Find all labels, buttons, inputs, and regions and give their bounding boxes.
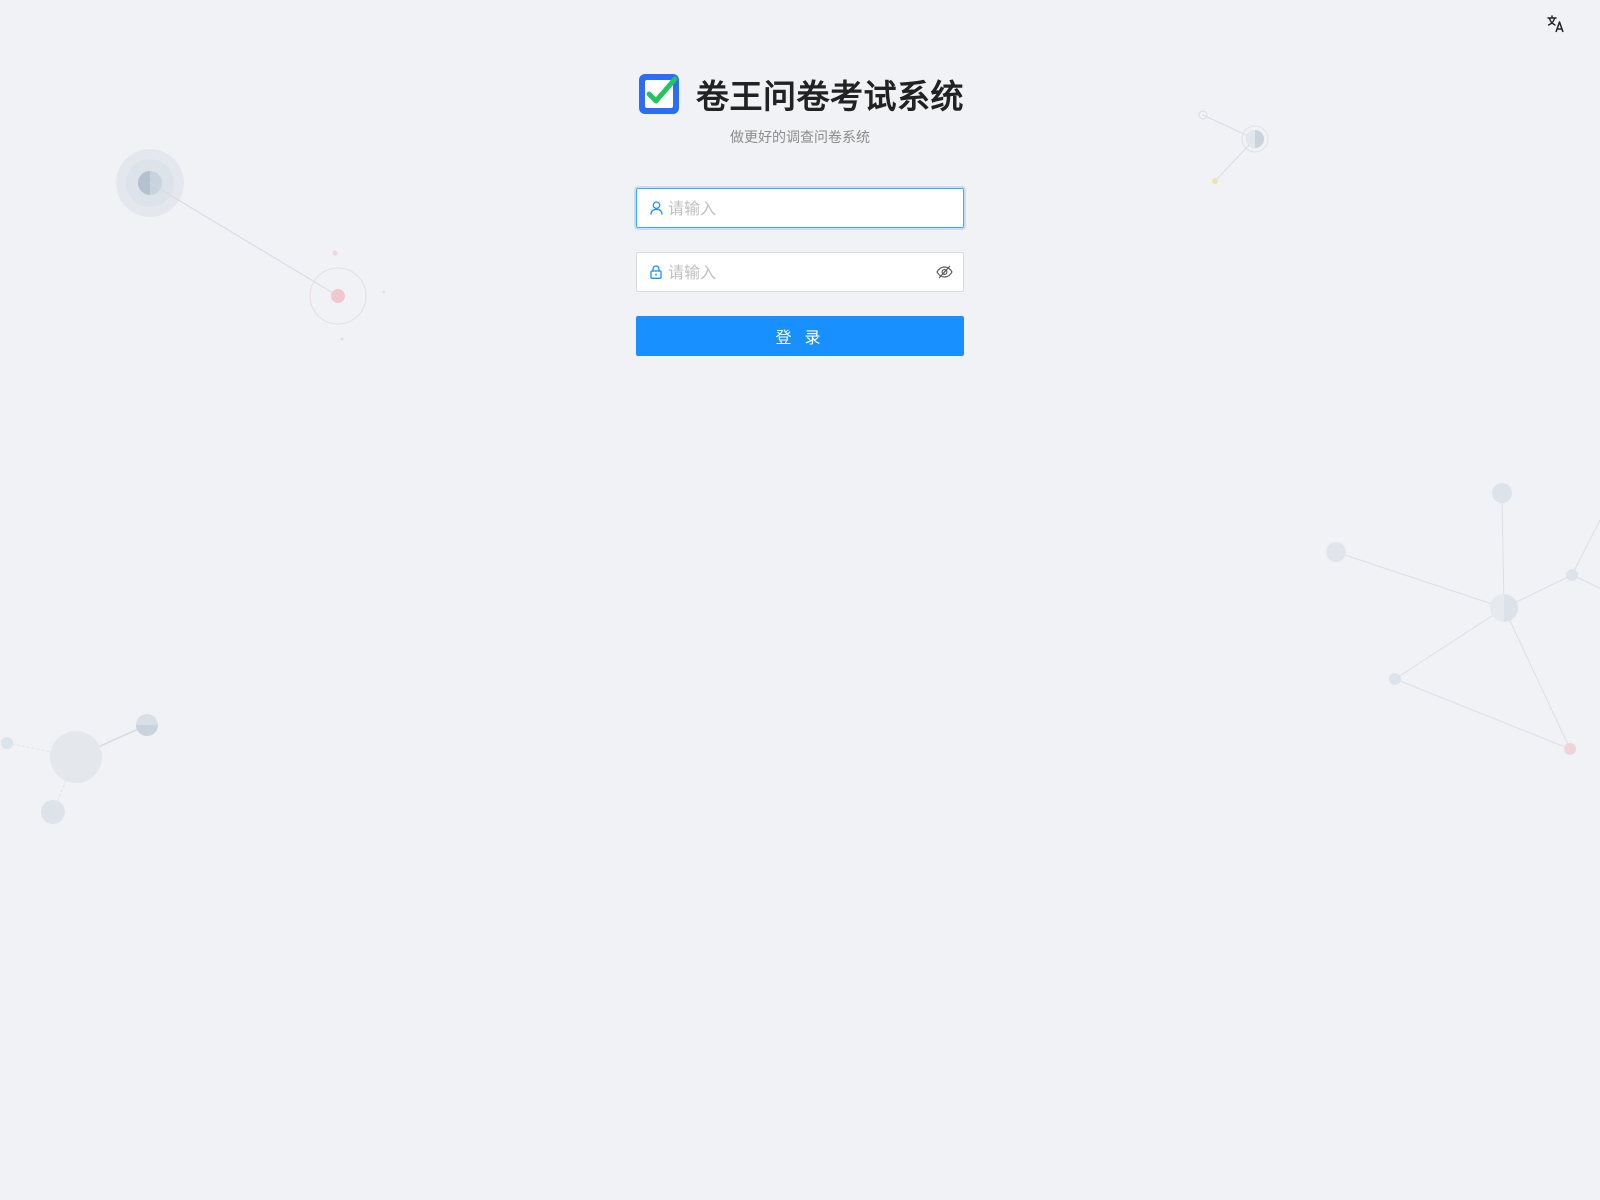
brand-header: 卷王问卷考试系统 bbox=[636, 70, 964, 118]
app-title: 卷王问卷考试系统 bbox=[696, 77, 964, 116]
user-icon bbox=[649, 201, 663, 215]
password-field[interactable] bbox=[636, 252, 964, 292]
eye-invisible-icon[interactable] bbox=[935, 263, 953, 281]
lock-icon bbox=[649, 265, 663, 279]
decor-cluster-bottom-left bbox=[1, 714, 158, 824]
password-input[interactable] bbox=[668, 254, 931, 290]
language-switch-button[interactable] bbox=[1542, 12, 1570, 36]
app-subtitle: 做更好的调查问卷系统 bbox=[730, 130, 870, 146]
login-panel: 卷王问卷考试系统 做更好的调查问卷系统 登 录 bbox=[636, 70, 964, 356]
checkbox-logo-icon bbox=[639, 74, 679, 114]
translate-icon bbox=[1547, 15, 1564, 33]
username-input[interactable] bbox=[668, 190, 963, 226]
decor-cluster-top-left bbox=[116, 149, 386, 341]
decor-cluster-bottom-right bbox=[1326, 483, 1600, 755]
decor-cluster-top-right bbox=[1198, 110, 1269, 184]
username-field[interactable] bbox=[636, 188, 964, 228]
login-button[interactable]: 登 录 bbox=[636, 316, 964, 356]
